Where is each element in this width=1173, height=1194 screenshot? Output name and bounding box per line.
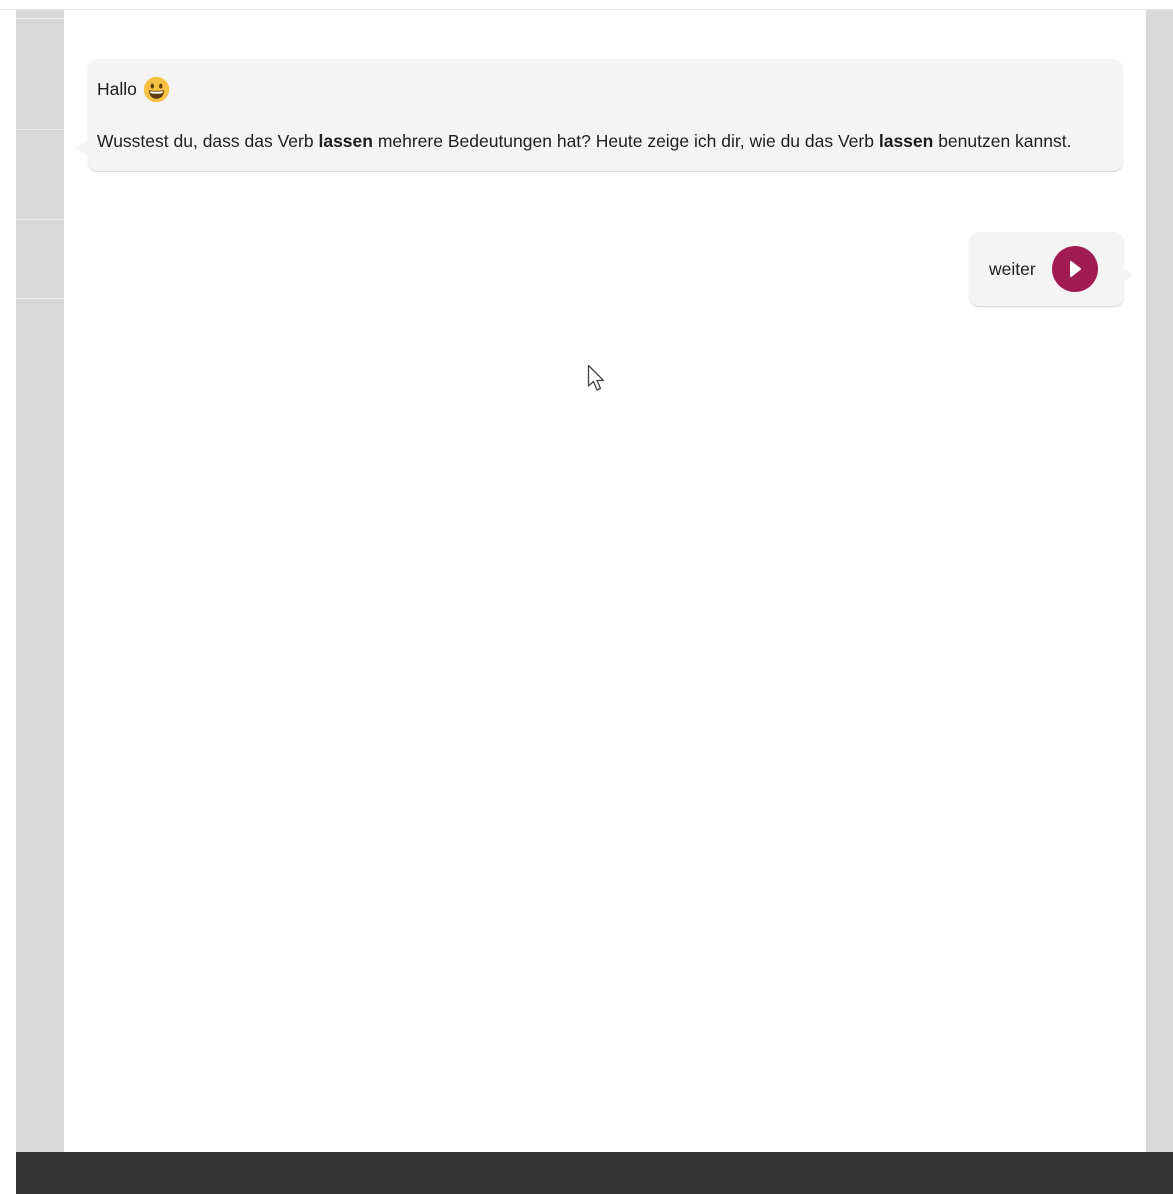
right-sidebar (1146, 10, 1173, 1152)
greeting-text: Hallo (97, 79, 137, 99)
mouse-cursor-icon (587, 364, 605, 391)
chat-message-bubble: Hallo Wusstest du, dass das Verb lassen … (74, 59, 1123, 171)
message-text-part: mehrere Bedeutungen hat? Heute zeige ich… (372, 131, 879, 151)
left-sidebar (16, 10, 64, 1152)
top-strip (0, 0, 1173, 10)
message-bold-word: lassen (878, 131, 934, 151)
message-bold-word: lassen (318, 131, 373, 151)
grinning-face-icon (143, 76, 170, 102)
bottom-bar (16, 1152, 1173, 1194)
message-text: Wusstest du, dass das Verb lassen mehrer… (97, 125, 1091, 157)
chat-panel: Hallo Wusstest du, dass das Verb lassen … (64, 10, 1146, 1152)
sidebar-item[interactable] (16, 18, 64, 19)
sidebar-item[interactable] (16, 129, 64, 130)
message-text-part: benutzen kannst. (933, 131, 1072, 151)
next-button-label: weiter (989, 258, 1036, 279)
greeting-line: Hallo (97, 73, 1091, 105)
play-icon (1051, 246, 1098, 292)
message-text-part: Wusstest du, dass das Verb (97, 131, 319, 151)
next-button[interactable]: weiter (969, 232, 1133, 306)
sidebar-item[interactable] (16, 298, 64, 299)
sidebar-item[interactable] (16, 219, 64, 220)
